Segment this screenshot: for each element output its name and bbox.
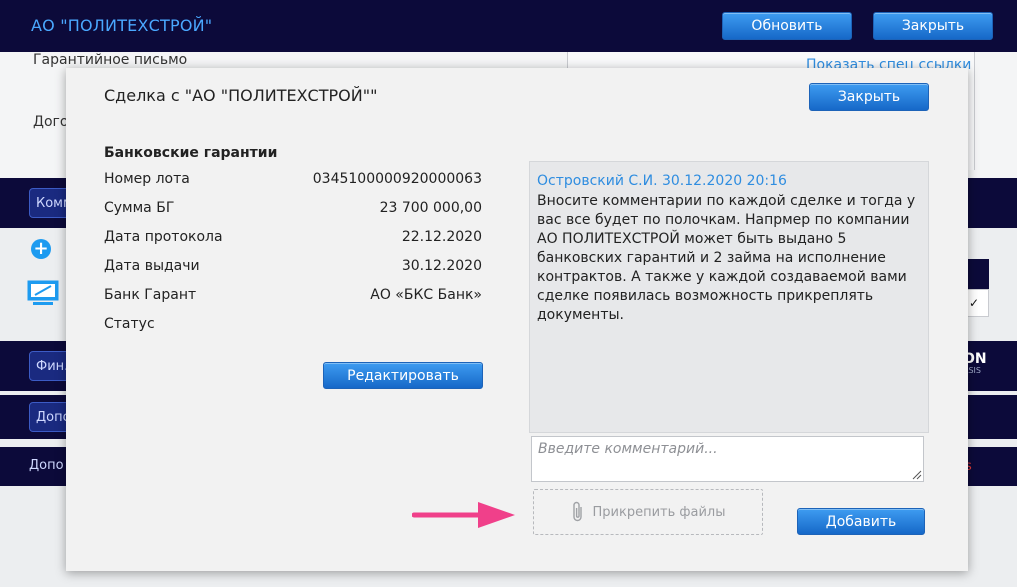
field-row: Статус (104, 316, 482, 336)
arrow-icon (412, 502, 515, 528)
field-label: Номер лота (104, 171, 190, 187)
field-row: Банк Гарант АО «БКС Банк» (104, 287, 482, 307)
refresh-button[interactable]: Обновить (722, 12, 852, 40)
field-label: Сумма БГ (104, 200, 175, 216)
plus-icon[interactable]: + (31, 239, 51, 259)
edit-button[interactable]: Редактировать (323, 362, 483, 389)
comment-text: Вносите комментарии по каждой сделке и т… (537, 193, 916, 323)
monitor-icon[interactable] (27, 280, 59, 306)
field-value: 0345100000920000063 (312, 171, 482, 187)
resize-grip-icon[interactable] (912, 470, 922, 480)
background-table-edge: ✓ (965, 259, 989, 319)
field-label: Банк Гарант (104, 287, 197, 303)
comments-panel: Островский С.И. 30.12.2020 20:16 Вносите… (529, 161, 929, 433)
comment-input[interactable] (531, 436, 924, 482)
field-row: Номер лота 0345100000920000063 (104, 171, 482, 191)
contract-label: Дого (33, 114, 69, 130)
add-comment-button[interactable]: Добавить (797, 508, 925, 535)
close-page-button[interactable]: Закрыть (873, 12, 993, 40)
modal-title: Сделка с "АО "ПОЛИТЕХСТРОЙ"" (104, 86, 378, 105)
deal-modal: Сделка с "АО "ПОЛИТЕХСТРОЙ"" Закрыть Бан… (66, 68, 968, 571)
top-bar: АО "ПОЛИТЕХСТРОЙ" Обновить Закрыть (0, 0, 1017, 52)
field-label: Дата выдачи (104, 258, 200, 274)
section-title: Банковские гарантии (104, 145, 278, 161)
comment-author: Островский С.И. 30.12.2020 20:16 (537, 173, 787, 189)
field-value: 23 700 000,00 (379, 200, 482, 216)
field-label: Статус (104, 316, 155, 332)
field-label: Дата протокола (104, 229, 223, 245)
company-title: АО "ПОЛИТЕХСТРОЙ" (31, 16, 213, 35)
background-table-check[interactable]: ✓ (965, 289, 989, 317)
background-table-header (965, 259, 989, 289)
field-value: АО «БКС Банк» (370, 287, 482, 303)
field-value: 22.12.2020 (401, 229, 482, 245)
close-modal-button[interactable]: Закрыть (809, 83, 929, 111)
attach-files-label: Прикрепить файлы (592, 504, 726, 520)
field-row: Сумма БГ 23 700 000,00 (104, 200, 482, 220)
field-row: Дата протокола 22.12.2020 (104, 229, 482, 249)
additional-tab-2[interactable]: Допо (29, 458, 64, 473)
attach-files-button[interactable]: Прикрепить файлы (533, 489, 763, 535)
field-row: Дата выдачи 30.12.2020 (104, 258, 482, 278)
field-value: 30.12.2020 (401, 258, 482, 274)
guarantee-letter-label: Гарантийное письмо (33, 52, 188, 68)
paperclip-icon (572, 501, 582, 522)
